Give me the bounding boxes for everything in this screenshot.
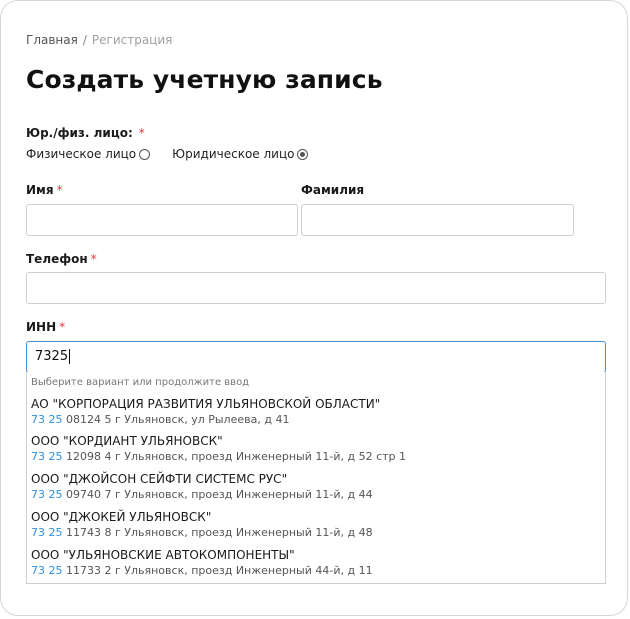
- first-name-label: Имя *: [26, 183, 63, 197]
- required-mark: *: [138, 126, 145, 140]
- radio-legal-entity[interactable]: [297, 148, 309, 160]
- radio-option-individual[interactable]: Физическое лицо: [26, 147, 151, 161]
- registration-card: Главная / Регистрация Создать учетную запи…: [0, 0, 628, 616]
- suggestion-name: ООО "КОРДИАНТ УЛЬЯНОВСК": [31, 434, 223, 448]
- suggestion-details: 73 25 08124 5 г Ульяновск, ул Рылеева, д…: [31, 413, 290, 426]
- required-mark: *: [59, 320, 66, 334]
- phone-label: Телефон *: [26, 252, 97, 266]
- radio-label-legal-entity: Юридическое лицо: [172, 147, 295, 161]
- suggestion-item[interactable]: АО "КОРПОРАЦИЯ РАЗВИТИЯ УЛЬЯНОВСКОЙ ОБЛА…: [31, 397, 601, 434]
- suggestion-item[interactable]: ООО "УЛЬЯНОВСКИЕ АВТОКОМПОНЕНТЫ" 73 25 1…: [31, 548, 601, 585]
- required-mark: *: [56, 183, 63, 197]
- entity-type-radio-group: Физическое лицо Юридическое лицо: [26, 147, 309, 161]
- first-name-input[interactable]: [26, 204, 298, 236]
- breadcrumb-current: Регистрация: [91, 33, 173, 47]
- radio-option-legal-entity[interactable]: Юридическое лицо: [172, 147, 309, 161]
- suggestion-item[interactable]: ООО "ДЖОЙСОН СЕЙФТИ СИСТЕМС РУС" 73 25 0…: [31, 472, 601, 509]
- inn-input[interactable]: 7325: [26, 341, 606, 373]
- phone-input[interactable]: [26, 272, 606, 304]
- suggestion-item[interactable]: ООО "ДЖОКЕЙ УЛЬЯНОВСК" 73 25 11743 8 г У…: [31, 510, 601, 547]
- suggestion-details: 73 25 09740 7 г Ульяновск, проезд Инжене…: [31, 488, 373, 501]
- page-title: Создать учетную запись: [26, 65, 383, 94]
- breadcrumb-home-link[interactable]: Главная: [26, 33, 78, 47]
- last-name-input[interactable]: [301, 204, 574, 236]
- suggestion-name: ООО "УЛЬЯНОВСКИЕ АВТОКОМПОНЕНТЫ": [31, 548, 295, 562]
- breadcrumb: Главная / Регистрация: [26, 33, 172, 47]
- inn-input-value: 7325: [35, 349, 71, 364]
- text-caret: [69, 349, 71, 364]
- suggestion-name: АО "КОРПОРАЦИЯ РАЗВИТИЯ УЛЬЯНОВСКОЙ ОБЛА…: [31, 397, 381, 411]
- suggestion-name: ООО "ДЖОЙСОН СЕЙФТИ СИСТЕМС РУС": [31, 472, 288, 486]
- suggestion-details: 73 25 11743 8 г Ульяновск, проезд Инжене…: [31, 526, 373, 539]
- inn-suggestions-dropdown: Выберите вариант или продолжите ввод АО …: [26, 372, 606, 584]
- radio-individual[interactable]: [139, 148, 151, 160]
- breadcrumb-separator: /: [82, 33, 87, 47]
- required-mark: *: [90, 252, 97, 266]
- inn-label: ИНН *: [26, 320, 66, 334]
- suggestions-hint: Выберите вариант или продолжите ввод: [31, 377, 250, 388]
- last-name-label: Фамилия: [301, 183, 365, 197]
- suggestion-details: 73 25 11733 2 г Ульяновск, проезд Инжене…: [31, 564, 373, 577]
- radio-label-individual: Физическое лицо: [26, 147, 137, 161]
- suggestion-item[interactable]: ООО "КОРДИАНТ УЛЬЯНОВСК" 73 25 12098 4 г…: [31, 434, 601, 471]
- entity-type-label: Юр./физ. лицо: *: [26, 126, 145, 140]
- suggestion-name: ООО "ДЖОКЕЙ УЛЬЯНОВСК": [31, 510, 212, 524]
- suggestion-details: 73 25 12098 4 г Ульяновск, проезд Инжене…: [31, 450, 407, 463]
